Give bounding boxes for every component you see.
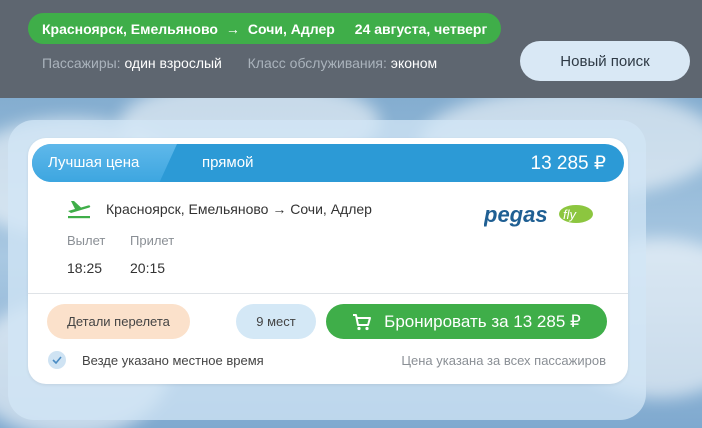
flight-type: прямой: [202, 154, 254, 171]
destination-city: Сочи, Адлер: [247, 20, 335, 37]
route-summary: Красноярск, Емельяново → Сочи, Адлер 24 …: [28, 13, 502, 44]
flight-date: 24 августа, четверг: [354, 20, 488, 37]
arrival-time: 20:15: [130, 260, 166, 276]
departure-label: Вылет: [67, 233, 106, 248]
offer-price: 13 285 ₽: [530, 153, 606, 174]
flight-route: Красноярск, Емельяново → Сочи, Адлер: [106, 201, 372, 217]
search-summary-bar: Красноярск, Емельяново → Сочи, Адлер 24 …: [0, 0, 702, 98]
svg-text:pegas: pegas: [484, 202, 548, 227]
flight-offer-card: Лучшая цена прямой 13 285 ₽ Красноярск, …: [28, 138, 628, 384]
departure-time: 18:25: [67, 260, 103, 276]
passengers-label: Пассажиры:: [42, 55, 121, 71]
cart-icon: [353, 313, 372, 330]
new-search-button[interactable]: Новый поиск: [520, 41, 690, 81]
book-button[interactable]: Бронировать за 13 285 ₽: [326, 304, 607, 339]
divider: [28, 293, 628, 294]
check-icon: [48, 351, 66, 369]
arrival-label: Прилет: [130, 233, 175, 248]
flight-details-label: Детали перелета: [67, 314, 170, 329]
plane-takeoff-icon: [68, 201, 91, 219]
class-value: эконом: [390, 55, 438, 71]
airline-logo: pegas fly: [484, 202, 593, 227]
seats-label: 9 мест: [256, 314, 296, 329]
seats-badge: 9 мест: [236, 304, 316, 339]
local-time-note: Везде указано местное время: [82, 353, 264, 368]
flight-details-button[interactable]: Детали перелета: [47, 304, 190, 339]
class-label: Класс обслуживания:: [247, 55, 387, 71]
search-params: Пассажиры: один взрослый Класс обслужива…: [42, 55, 437, 71]
route-arrow: →: [225, 20, 240, 37]
svg-text:fly: fly: [563, 207, 578, 222]
passengers-value: один взрослый: [124, 55, 222, 71]
best-price-badge: Лучшая цена: [48, 154, 140, 171]
book-label: Бронировать за 13 285 ₽: [384, 311, 581, 331]
origin-city: Красноярск, Емельяново: [42, 20, 218, 37]
price-note: Цена указана за всех пассажиров: [401, 353, 606, 368]
offer-banner: Лучшая цена прямой 13 285 ₽: [32, 144, 624, 182]
